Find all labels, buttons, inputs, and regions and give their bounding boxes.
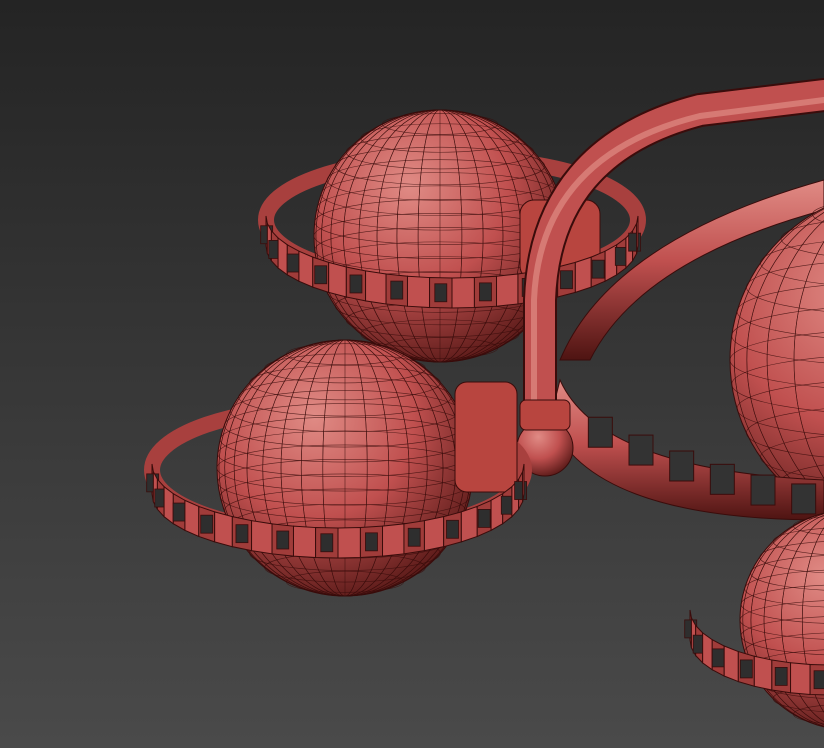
ring-segment — [163, 485, 174, 525]
ring-window — [514, 481, 528, 500]
ring-window — [286, 253, 300, 273]
wireframe-render — [0, 0, 824, 748]
ring-window — [314, 265, 328, 285]
ring-window — [320, 533, 334, 553]
ring-window — [628, 232, 642, 252]
ring-window — [711, 648, 725, 668]
ring-segment — [496, 273, 519, 307]
ring-window — [407, 527, 421, 547]
ring-window — [628, 434, 654, 466]
ring-window — [276, 530, 290, 550]
ring-window — [587, 416, 613, 448]
ring-window — [200, 514, 214, 534]
ring-segment — [251, 520, 273, 555]
ring-segment — [522, 463, 525, 502]
ring-window — [791, 483, 817, 515]
ring-window — [739, 659, 753, 679]
ring-window — [390, 280, 404, 300]
ring-segment — [702, 631, 713, 671]
ring-segment — [423, 516, 445, 552]
ring-segment — [790, 662, 811, 695]
ring-segment — [406, 275, 431, 309]
ring-segment — [328, 261, 347, 298]
ring-segment — [382, 523, 405, 557]
ring-segment — [298, 250, 314, 288]
ring-window — [813, 670, 824, 690]
ring-window — [669, 450, 695, 482]
ring-segment — [753, 655, 773, 691]
ring-window — [709, 463, 735, 495]
ring-segment — [451, 277, 475, 309]
ring-window — [477, 508, 491, 528]
ring-window — [446, 519, 459, 539]
ring-segment — [365, 270, 387, 305]
ring-segment — [277, 236, 288, 276]
ring-window — [479, 282, 492, 302]
ring-segment — [184, 499, 200, 538]
ring-window — [591, 259, 605, 279]
ring-window — [434, 283, 448, 303]
ring-segment — [337, 527, 361, 559]
ring-window — [349, 274, 363, 294]
ring-segment — [723, 645, 739, 683]
ring-window — [750, 474, 776, 506]
ring-window — [365, 532, 378, 552]
ring-window — [235, 524, 249, 544]
3d-viewport[interactable] — [0, 0, 824, 748]
ring-window — [172, 502, 186, 522]
ring-segment — [292, 525, 317, 559]
ring-window — [774, 667, 788, 686]
ring-segment — [214, 511, 233, 548]
ring-segment — [636, 215, 639, 254]
ring-window — [560, 270, 573, 290]
ring-segment — [460, 505, 478, 543]
ring-segment — [574, 256, 592, 294]
